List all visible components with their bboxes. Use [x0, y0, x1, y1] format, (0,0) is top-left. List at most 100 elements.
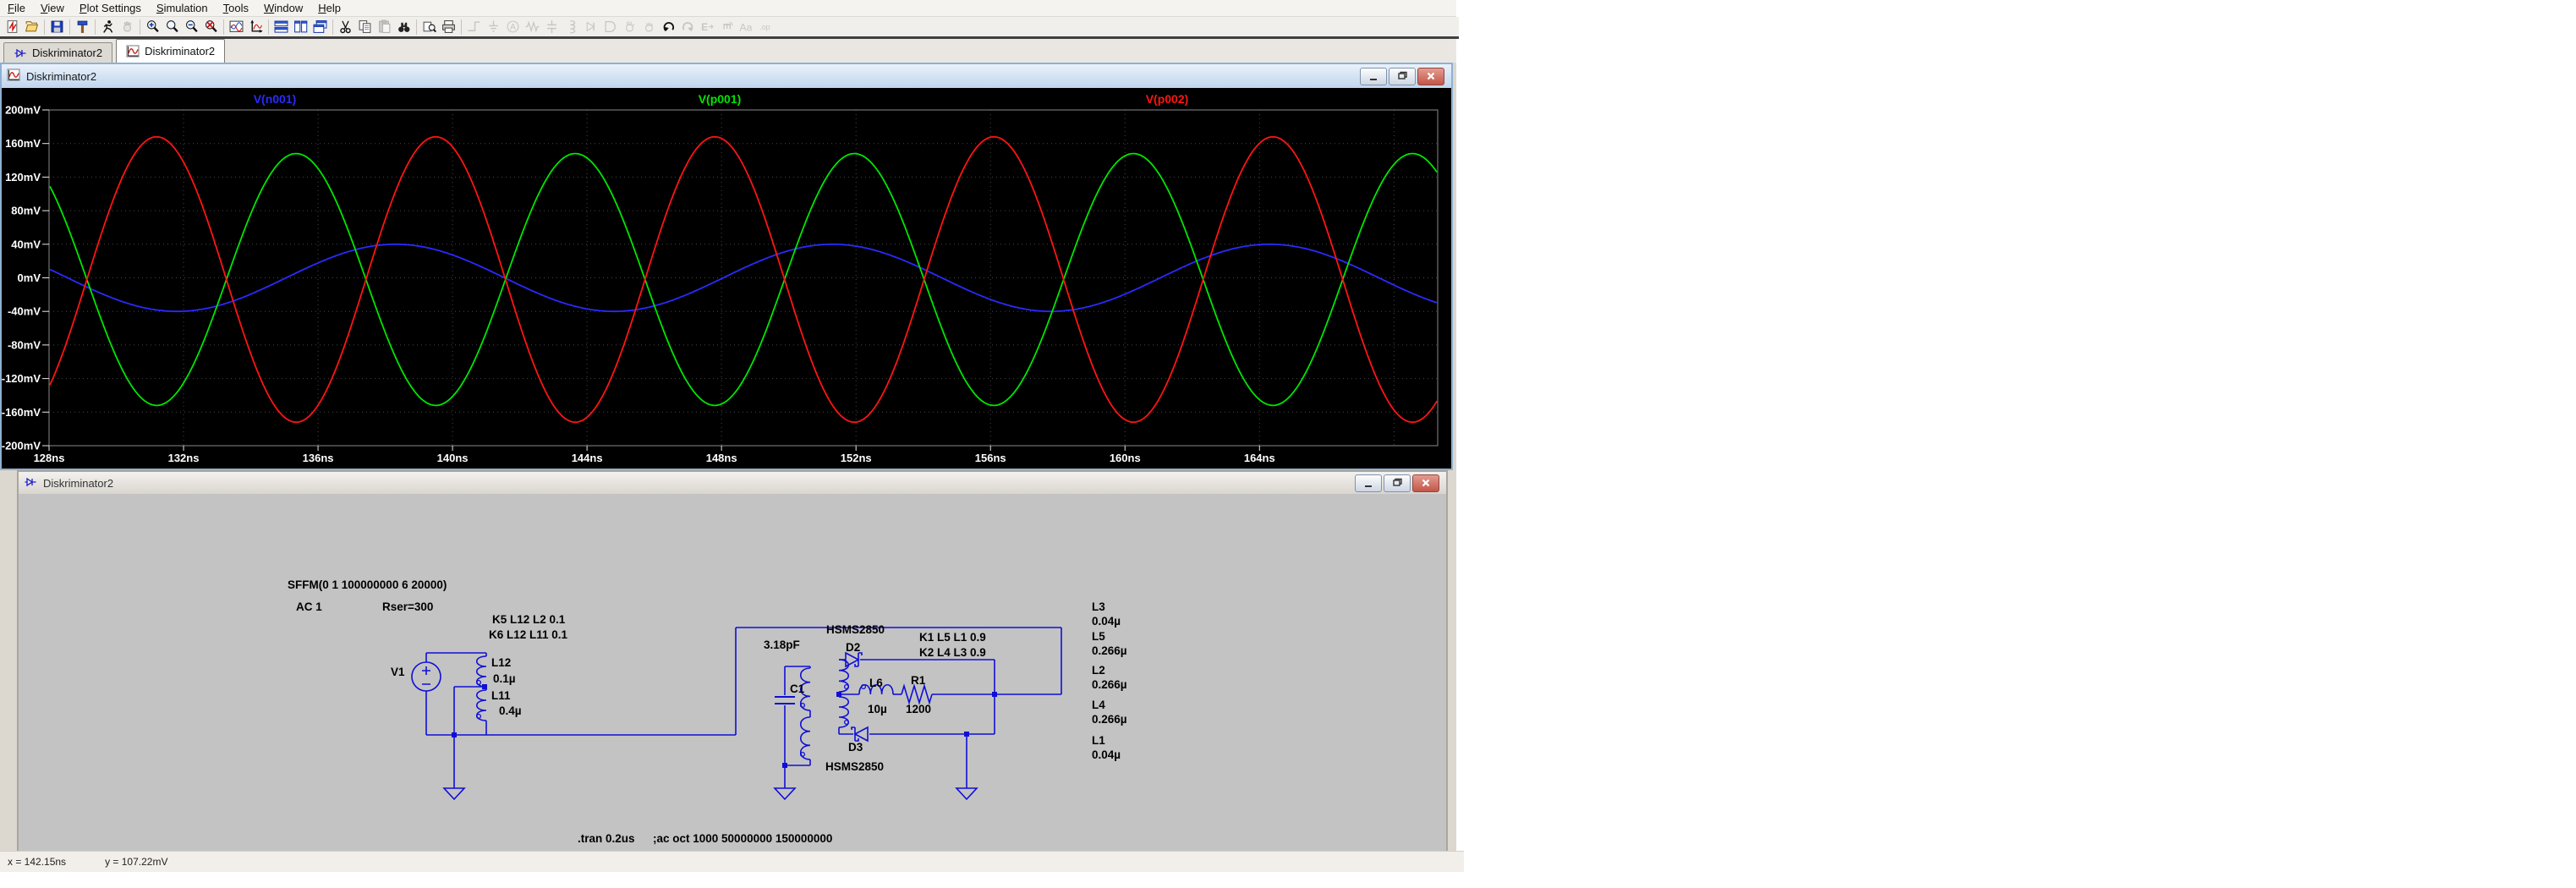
schematic-text: K5 L12 L2 0.1: [492, 613, 566, 626]
y-tick-label: 120mV: [5, 171, 41, 184]
svg-text:E: E: [701, 22, 708, 33]
schematic-window-title: Diskriminator2: [43, 476, 114, 490]
x-tick-label: 132ns: [168, 452, 200, 464]
tile-horizontal-icon[interactable]: [271, 19, 291, 36]
y-tick-label: -80mV: [8, 338, 41, 351]
toolbar-separator: [95, 19, 96, 35]
junction-dot: [782, 763, 787, 768]
schematic-text: SFFM(0 1 100000000 6 20000): [288, 578, 447, 591]
schematic-text: L1: [1092, 734, 1105, 747]
schematic-text: 3.18pF: [764, 639, 800, 651]
y-tick-label: 40mV: [11, 238, 41, 250]
tab-diskriminator2-1[interactable]: Diskriminator2: [3, 42, 113, 63]
waveform-window-close-button[interactable]: [1417, 67, 1444, 85]
schematic-text: 0.04µ: [1092, 748, 1121, 761]
schematic-window-minimize-button[interactable]: [1355, 474, 1382, 492]
open-icon[interactable]: [22, 19, 41, 36]
inductor-icon: [562, 19, 581, 36]
y-tick-label: -160mV: [2, 406, 41, 419]
halt-icon: [118, 19, 137, 36]
y-tick-label: 200mV: [5, 104, 41, 117]
tab-label: Diskriminator2: [145, 45, 216, 58]
schematic-canvas[interactable]: SFFM(0 1 100000000 6 20000) AC 1 Rser=300 K…: [19, 494, 1446, 849]
svg-text:E: E: [721, 23, 732, 30]
schematic-window-close-button[interactable]: [1412, 474, 1439, 492]
menu-view[interactable]: View: [33, 1, 72, 15]
schematic-text: K2 L4 L3 0.9: [919, 646, 986, 659]
y-tick-label: 0mV: [18, 271, 41, 284]
zoom-out-icon[interactable]: [182, 19, 201, 36]
x-tick-label: 152ns: [841, 452, 872, 464]
waveform-window-restore-button[interactable]: [1389, 67, 1416, 85]
app-canvas: File View Plot Settings Simulation Tools Wind…: [0, 0, 2576, 888]
y-tick-label: -120mV: [2, 372, 41, 385]
copy-icon[interactable]: [355, 19, 375, 36]
waveform-window-title: Diskriminator2: [26, 69, 97, 83]
schematic-text: 0.266µ: [1092, 678, 1127, 691]
zoom-back-icon[interactable]: [162, 19, 182, 36]
schematic-window-restore-button[interactable]: [1384, 474, 1411, 492]
plot-settings-icon[interactable]: [227, 19, 246, 36]
x-tick-label: 128ns: [34, 452, 65, 464]
control-panel-icon[interactable]: [73, 19, 92, 36]
menu-plot-settings[interactable]: Plot Settings: [72, 1, 149, 15]
menu-file[interactable]: File: [0, 1, 33, 15]
resistor-R1: [901, 683, 933, 705]
inductor-coil: [799, 716, 811, 760]
menu-help[interactable]: Help: [310, 1, 348, 15]
menu-tools[interactable]: Tools: [216, 1, 256, 15]
toolbar-separator: [332, 19, 333, 35]
trace-label-V(p001): V(p001): [699, 92, 742, 106]
toolbar-separator: [416, 19, 417, 35]
ground-symbol: [955, 787, 978, 801]
schematic-text: V1: [391, 666, 405, 678]
tile-vertical-icon[interactable]: [291, 19, 310, 36]
junction-dot: [992, 692, 997, 697]
junction-dot: [482, 684, 487, 689]
text-icon: Aa: [737, 19, 756, 36]
undo-icon[interactable]: [659, 19, 678, 36]
schematic-text: Rser=300: [382, 600, 433, 613]
schematic-text: 0.266µ: [1092, 644, 1127, 657]
capacitor-C1: [775, 696, 795, 704]
schematic-text: K1 L5 L1 0.9: [919, 631, 986, 644]
x-tick-label: 140ns: [437, 452, 469, 464]
toolbar-separator: [44, 19, 45, 35]
waveform-plot-area[interactable]: 200mV 160mV 120mV 80mV 40mV 0mV -40mV -80mV -120…: [2, 88, 1451, 465]
run-icon[interactable]: [98, 19, 118, 36]
find-icon[interactable]: [394, 19, 414, 36]
resistor-icon: [523, 19, 542, 36]
autorange-icon[interactable]: [246, 19, 266, 36]
save-icon[interactable]: [47, 19, 67, 36]
schematic-text: ;ac oct 1000 50000000 150000000: [653, 832, 832, 845]
waveform-icon: [126, 45, 140, 57]
ground-icon: [484, 19, 503, 36]
print-preview-icon[interactable]: [419, 19, 439, 36]
print-icon[interactable]: [439, 19, 458, 36]
cascade-icon[interactable]: [310, 19, 330, 36]
menu-window[interactable]: Window: [256, 1, 310, 15]
diode-icon: [581, 19, 600, 36]
menu-simulation[interactable]: Simulation: [149, 1, 216, 15]
schematic-text: L11: [491, 689, 511, 702]
schematic-text: K6 L12 L11 0.1: [489, 628, 568, 641]
new-schematic-icon[interactable]: [3, 19, 22, 36]
schematic-window-titlebar[interactable]: Diskriminator2: [19, 472, 1446, 494]
schematic-text: HSMS2850: [826, 623, 885, 636]
inductor-coil: [475, 689, 487, 721]
zoom-in-icon[interactable]: [143, 19, 162, 36]
x-tick-label: 144ns: [572, 452, 603, 464]
junction-dot: [452, 732, 457, 737]
label-net-icon: A: [503, 19, 523, 36]
waveform-window-titlebar[interactable]: Diskriminator2: [2, 64, 1451, 88]
ground-symbol: [442, 787, 466, 801]
schematic-text: D2: [846, 641, 860, 654]
inductor-coil: [475, 655, 487, 688]
waveform-window-minimize-button[interactable]: [1360, 67, 1387, 85]
tab-diskriminator2-2[interactable]: Diskriminator2: [116, 39, 226, 63]
cut-icon[interactable]: [336, 19, 355, 36]
schematic-text: D3: [848, 741, 863, 754]
schematic-text: L5: [1092, 630, 1105, 643]
zoom-full-icon[interactable]: [201, 19, 221, 36]
schematic-text: C1: [790, 682, 805, 695]
